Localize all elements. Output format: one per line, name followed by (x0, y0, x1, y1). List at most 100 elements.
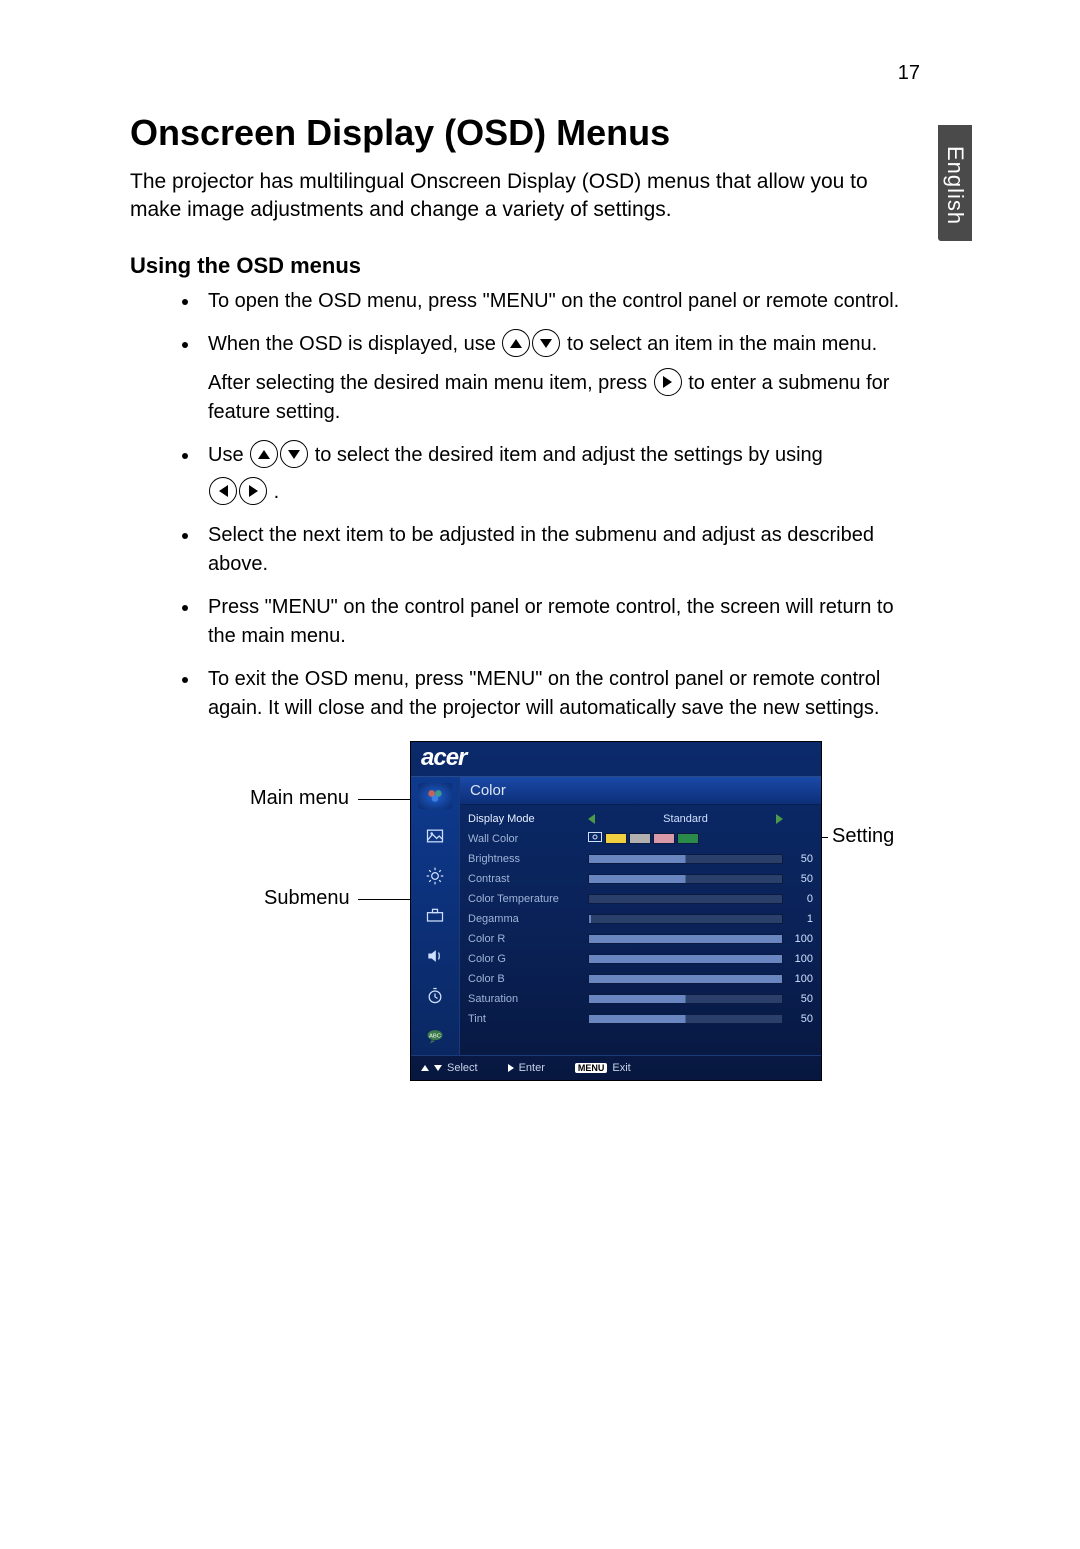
sidebar-management-icon[interactable] (418, 903, 452, 929)
osd-row-control[interactable] (588, 914, 783, 924)
osd-row[interactable]: Color B 100 (468, 969, 813, 989)
right-icon (654, 368, 682, 396)
osd-row-label: Contrast (468, 873, 588, 885)
right-icon (239, 477, 267, 505)
page-title: Onscreen Display (OSD) Menus (130, 112, 960, 154)
slider[interactable] (588, 894, 783, 904)
instruction-list: To open the OSD menu, press "MENU" on th… (130, 287, 900, 723)
slider-value: 50 (783, 853, 813, 865)
slider[interactable] (588, 914, 783, 924)
osd-row[interactable]: Wall Color (468, 829, 813, 849)
osd-row[interactable]: Display Mode Standard (468, 809, 813, 829)
slider-value: 0 (783, 893, 813, 905)
mode-value: Standard (598, 813, 773, 825)
osd-row[interactable]: Saturation 50 (468, 989, 813, 1009)
osd-row-label: Degamma (468, 913, 588, 925)
list-item: When the OSD is displayed, use to select… (200, 330, 900, 427)
page: 17 English Onscreen Display (OSD) Menus … (0, 0, 1080, 1549)
osd-row-label: Color Temperature (468, 893, 588, 905)
osd-row-control[interactable] (588, 874, 783, 884)
down-icon (280, 440, 308, 468)
osd-rows: Display Mode Standard Wall Color Brightness… (460, 805, 821, 1035)
osd-row-label: Color G (468, 953, 588, 965)
slider-value: 100 (783, 953, 813, 965)
swatch[interactable] (605, 833, 627, 844)
osd-row[interactable]: Tint 50 (468, 1009, 813, 1029)
osd-row-control[interactable] (588, 894, 783, 904)
callout-submenu: Submenu (264, 887, 350, 910)
up-icon (502, 329, 530, 357)
osd-row[interactable]: Brightness 50 (468, 849, 813, 869)
osd-diagram: Main menu Submenu Setting acer (250, 741, 950, 1101)
osd-row-label: Color B (468, 973, 588, 985)
right-triangle-icon (508, 1064, 514, 1072)
slider[interactable] (588, 934, 783, 944)
list-item: Press "MENU" on the control panel or rem… (200, 593, 900, 651)
list-item: To open the OSD menu, press "MENU" on th… (200, 287, 900, 316)
swatch[interactable] (677, 833, 699, 844)
swatch[interactable] (653, 833, 675, 844)
slider[interactable] (588, 954, 783, 964)
osd-row-control[interactable] (588, 994, 783, 1004)
osd-row-label: Saturation (468, 993, 588, 1005)
up-triangle-icon (421, 1065, 429, 1071)
osd-main: Color Display Mode Standard Wall Color Brig… (460, 777, 821, 1055)
slider[interactable] (588, 994, 783, 1004)
screen-icon (588, 832, 602, 846)
sidebar-image-icon[interactable] (418, 823, 452, 849)
language-tab: English (938, 125, 972, 241)
slider-value: 100 (783, 933, 813, 945)
osd-logo: acer (411, 742, 821, 776)
osd-row[interactable]: Color R100 (468, 929, 813, 949)
osd-row-control[interactable] (588, 954, 783, 964)
osd-row-label: Wall Color (468, 833, 588, 845)
slider-value: 50 (783, 993, 813, 1005)
page-number: 17 (898, 62, 920, 85)
slider-value: 50 (783, 1013, 813, 1025)
sidebar-setting-icon[interactable] (418, 863, 452, 889)
osd-category-title: Color (460, 777, 821, 805)
osd-row-label: Display Mode (468, 813, 588, 825)
list-item: Select the next item to be adjusted in t… (200, 521, 900, 579)
osd-row[interactable]: Color G 100 (468, 949, 813, 969)
osd-row[interactable]: Degamma 1 (468, 909, 813, 929)
slider[interactable] (588, 874, 783, 884)
footer-select: Select (421, 1062, 478, 1074)
footer-exit: MENU Exit (575, 1062, 631, 1074)
footer-enter: Enter (508, 1062, 545, 1074)
slider-value: 100 (783, 973, 813, 985)
sidebar-audio-icon[interactable] (418, 943, 452, 969)
right-arrow-icon[interactable] (776, 814, 783, 824)
osd-sidebar: ABC (411, 777, 460, 1055)
osd-row-control[interactable] (588, 854, 783, 864)
slider[interactable] (588, 1014, 783, 1024)
osd-row-control[interactable] (588, 934, 783, 944)
osd-row-control[interactable]: Standard (588, 813, 783, 825)
osd-window: acer (410, 741, 822, 1081)
osd-row-control[interactable] (588, 832, 783, 846)
list-item: Use to select the desired item and adjus… (200, 441, 900, 507)
osd-row-control[interactable] (588, 1014, 783, 1024)
slider-value: 1 (783, 913, 813, 925)
intro-paragraph: The projector has multilingual Onscreen … (130, 168, 880, 225)
sidebar-language-icon[interactable]: ABC (418, 1023, 452, 1049)
osd-row[interactable]: Contrast 50 (468, 869, 813, 889)
swatch[interactable] (629, 833, 651, 844)
osd-row-label: Brightness (468, 853, 588, 865)
sidebar-color-icon[interactable] (418, 783, 452, 809)
slider[interactable] (588, 974, 783, 984)
callout-setting: Setting (832, 825, 894, 848)
osd-row[interactable]: Color Temperature 0 (468, 889, 813, 909)
left-arrow-icon[interactable] (588, 814, 595, 824)
sidebar-timer-icon[interactable] (418, 983, 452, 1009)
osd-footer: Select Enter MENU Exit (411, 1055, 821, 1080)
slider-value: 50 (783, 873, 813, 885)
osd-row-label: Tint (468, 1013, 588, 1025)
slider[interactable] (588, 854, 783, 864)
down-icon (532, 329, 560, 357)
svg-text:ABC: ABC (429, 1033, 441, 1039)
color-swatches[interactable] (605, 833, 699, 844)
osd-row-control[interactable] (588, 974, 783, 984)
left-icon (209, 477, 237, 505)
down-triangle-icon (434, 1065, 442, 1071)
